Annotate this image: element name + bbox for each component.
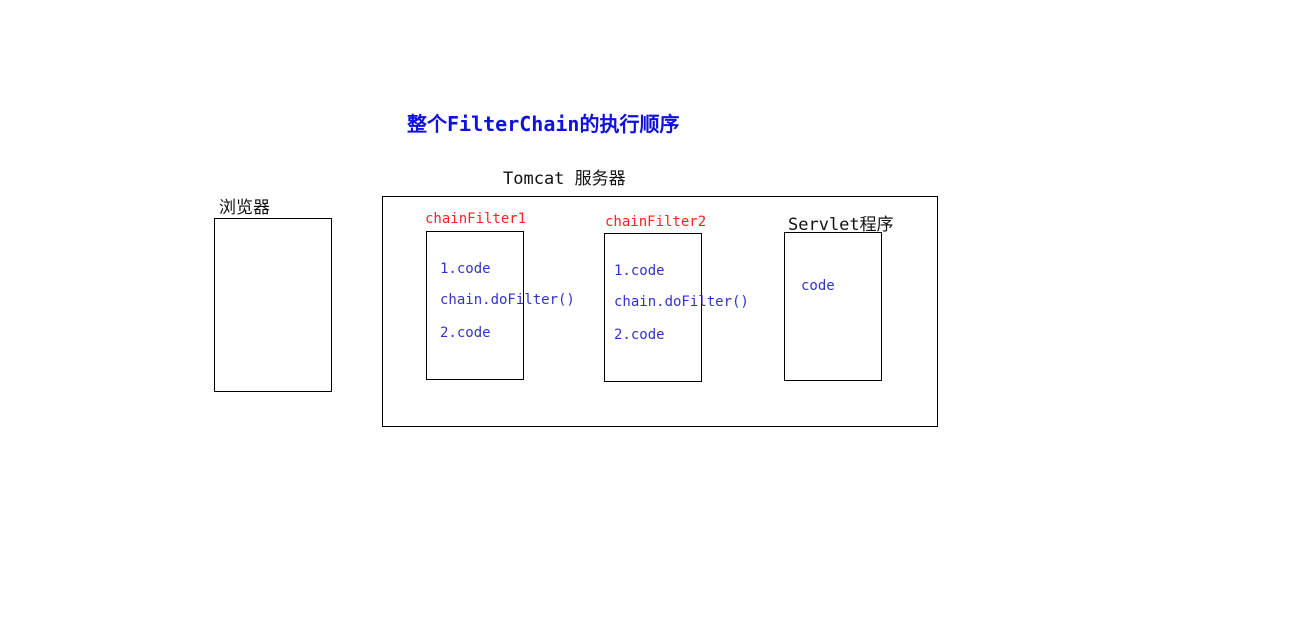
servlet-box bbox=[784, 232, 882, 381]
chain-filter2-label: chainFilter2 bbox=[605, 214, 707, 230]
chain-filter1-line1: 1.code bbox=[440, 261, 491, 277]
tomcat-label: Tomcat 服务器 bbox=[503, 169, 626, 189]
chain-filter1-label: chainFilter1 bbox=[425, 211, 527, 227]
chain-filter1-line2: chain.doFilter() bbox=[440, 292, 575, 308]
chain-filter1-line3: 2.code bbox=[440, 325, 491, 341]
browser-box bbox=[214, 218, 332, 392]
chain-filter2-line3: 2.code bbox=[614, 327, 665, 343]
servlet-code-line: code bbox=[801, 278, 835, 294]
chain-filter2-line2: chain.doFilter() bbox=[614, 294, 749, 310]
browser-label: 浏览器 bbox=[219, 198, 270, 218]
diagram-title: 整个FilterChain的执行顺序 bbox=[407, 112, 680, 136]
chain-filter2-line1: 1.code bbox=[614, 263, 665, 279]
